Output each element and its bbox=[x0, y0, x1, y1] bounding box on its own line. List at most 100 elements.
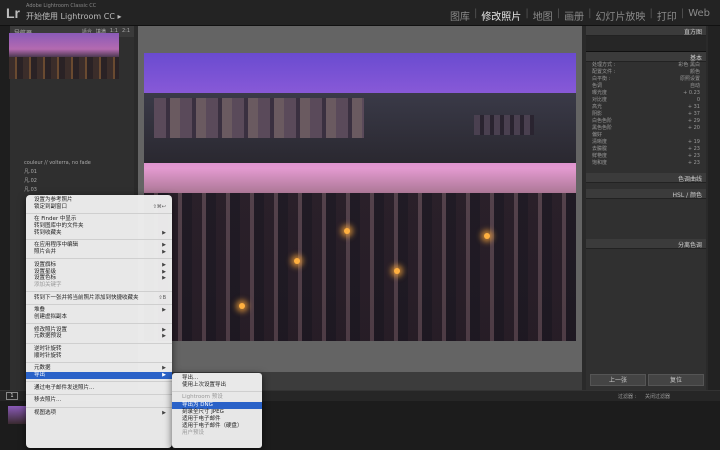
splittone-header[interactable]: 分离色调 bbox=[586, 239, 706, 249]
module-6[interactable]: Web bbox=[684, 8, 714, 23]
whites-slider[interactable]: 白色色阶 + 29 bbox=[586, 118, 706, 125]
context-menu: 设置为参考照片 锁定到副窗口 ⇧⌘↩ 在 Finder 中显示 转到图库中的文件夹 转到收… bbox=[26, 195, 172, 448]
menu-separator bbox=[26, 238, 172, 240]
street-light bbox=[239, 303, 245, 309]
highlights-slider[interactable]: 高光 + 31 bbox=[586, 104, 706, 111]
module-1[interactable]: 修改照片 bbox=[477, 8, 525, 23]
collection-item[interactable]: couleur // volterra, no fade bbox=[10, 159, 134, 168]
menu-item[interactable]: 堆叠 ▶ bbox=[26, 307, 172, 314]
menu-item[interactable]: 转到收藏夹 ▶ bbox=[26, 230, 172, 237]
treatment-color[interactable]: 彩色 bbox=[678, 62, 688, 68]
menu-item[interactable]: 设置旗标 ▶ bbox=[26, 262, 172, 269]
navigator-preview[interactable] bbox=[9, 33, 119, 79]
menu-item[interactable]: 移去照片... bbox=[26, 397, 172, 404]
chevron-right-icon: ▶ bbox=[162, 275, 166, 282]
tonecurve-header[interactable]: 色调曲线 bbox=[586, 173, 706, 183]
menu-separator bbox=[26, 212, 172, 214]
module-2[interactable]: 地图 bbox=[529, 8, 557, 23]
module-3[interactable]: 画册 bbox=[560, 8, 588, 23]
identity-plate[interactable]: 开始使用 Lightroom CC ▸ bbox=[26, 11, 121, 22]
menu-item[interactable]: 通过电子邮件发送照片... bbox=[26, 385, 172, 392]
menu-item[interactable]: 转到图库中的文件夹 bbox=[26, 223, 172, 230]
menu-item[interactable]: 锁定到副窗口 ⇧⌘↩ bbox=[26, 204, 172, 211]
chevron-right-icon: ▶ bbox=[162, 249, 166, 256]
collection-item[interactable]: 凡.01 bbox=[10, 168, 134, 177]
filmstrip-thumbnail[interactable] bbox=[8, 406, 26, 424]
module-4[interactable]: 幻灯片放映 bbox=[591, 8, 649, 23]
chevron-right-icon: ▶ bbox=[162, 365, 166, 372]
submenu-item[interactable]: 使用上次设置导出 bbox=[172, 382, 262, 389]
menu-separator bbox=[26, 361, 172, 363]
menu-item-label: 元数据预设 bbox=[34, 333, 62, 340]
histogram-header[interactable]: 直方图 bbox=[586, 26, 706, 36]
submenu-item[interactable]: 导出为 DNG bbox=[172, 401, 262, 409]
menu-item[interactable]: 导出 ▶ bbox=[26, 372, 172, 379]
module-5[interactable]: 打印 bbox=[653, 8, 681, 23]
clarity-slider[interactable]: 清晰度 + 19 bbox=[586, 139, 706, 146]
menu-item-label: 设置旗标 bbox=[34, 261, 57, 268]
chevron-right-icon: ▶ bbox=[162, 261, 166, 268]
contrast-slider[interactable]: 对比度 0 bbox=[586, 97, 706, 104]
menu-item[interactable]: 创建虚拟副本 bbox=[26, 314, 172, 321]
menu-item-label: 设置为参考照片 bbox=[34, 197, 73, 203]
menu-item[interactable]: 逆时针旋转 bbox=[26, 346, 172, 353]
photo-city bbox=[144, 193, 576, 341]
vibrance-slider[interactable]: 鲜艳度 + 23 bbox=[586, 153, 706, 160]
navigator-zoom-3[interactable]: 2:1 bbox=[122, 28, 130, 35]
photo-preview[interactable] bbox=[144, 53, 576, 341]
menu-shortcut: ⇧B bbox=[158, 294, 166, 301]
module-0[interactable]: 图库 bbox=[446, 8, 474, 23]
photo-skyline-left bbox=[154, 98, 364, 138]
menu-item[interactable]: 设置为参考照片 bbox=[26, 197, 172, 204]
basic-header[interactable]: 基本 bbox=[586, 52, 706, 62]
treatment-row[interactable]: 处理方式 : 彩色 黑白 bbox=[586, 62, 706, 69]
menu-item-label: 通过电子邮件发送照片... bbox=[34, 384, 95, 391]
menu-item-label: 视图选项 bbox=[34, 410, 57, 417]
tool-strip[interactable] bbox=[586, 36, 706, 52]
treatment-bw[interactable]: 黑白 bbox=[690, 62, 700, 68]
photo-skyline-right bbox=[474, 115, 534, 135]
dehaze-slider[interactable]: 去朦胧 + 23 bbox=[586, 146, 706, 153]
menu-item[interactable]: 元数据 ▶ bbox=[26, 365, 172, 372]
top-bar: Lr Adobe Lightroom Classic CC 开始使用 Light… bbox=[0, 0, 720, 26]
menu-item-label: 顺时针旋转 bbox=[34, 352, 62, 359]
exposure-slider[interactable]: 曝光度 + 0.23 bbox=[586, 90, 706, 97]
menu-item-label: 导出 bbox=[34, 372, 46, 379]
profile-row[interactable]: 配置文件 : 颜色 bbox=[586, 69, 706, 76]
submenu-item: Lightroom 预设 bbox=[182, 394, 223, 401]
menu-separator bbox=[26, 323, 172, 325]
app-subtitle: Adobe Lightroom Classic CC bbox=[26, 3, 97, 9]
submenu-item[interactable]: 刻录全尺寸 JPEG bbox=[172, 409, 262, 416]
collection-item[interactable]: 凡.03 bbox=[10, 186, 134, 195]
saturation-slider[interactable]: 饱和度 + 23 bbox=[586, 160, 706, 167]
shadows-slider[interactable]: 阴影 + 37 bbox=[586, 111, 706, 118]
chevron-right-icon: ▶ bbox=[162, 229, 166, 236]
auto-button[interactable]: 自动 bbox=[690, 83, 700, 90]
reset-button[interactable]: 复位 bbox=[648, 374, 704, 386]
chevron-right-icon: ▶ bbox=[162, 242, 166, 249]
menu-separator bbox=[26, 393, 172, 395]
chevron-right-icon: ▶ bbox=[162, 410, 166, 417]
previous-button[interactable]: 上一张 bbox=[590, 374, 646, 386]
collection-item[interactable]: 凡.02 bbox=[10, 177, 134, 186]
export-submenu: 导出... 使用上次设置导出 Lightroom 预设 导出为 DNG 刻录全尺寸 JP… bbox=[172, 373, 262, 448]
wb-row[interactable]: 白平衡 : 原照设置 bbox=[586, 76, 706, 83]
chevron-right-icon: ▶ bbox=[162, 307, 166, 314]
chevron-right-icon: ▶ bbox=[162, 268, 166, 275]
menu-item-label: 添加关键字 bbox=[34, 281, 62, 288]
menu-item[interactable]: 转到下一张并将当前照片添加到快捷收藏夹 ⇧B bbox=[26, 295, 172, 302]
menu-item-label: 元数据 bbox=[34, 365, 51, 372]
menu-item[interactable]: 元数据预设 ▶ bbox=[26, 333, 172, 340]
page-button[interactable]: 1 bbox=[6, 392, 18, 400]
menu-item-label: 锁定到副窗口 bbox=[34, 203, 68, 210]
hsl-header[interactable]: HSL / 颜色 bbox=[586, 189, 706, 199]
tone-row: 色调 自动 bbox=[592, 83, 700, 90]
menu-item[interactable]: 照片合并 ▶ bbox=[26, 249, 172, 256]
menu-item[interactable]: 顺时针旋转 bbox=[26, 353, 172, 360]
filter-select[interactable]: 关闭过滤器 bbox=[645, 393, 670, 400]
blacks-slider[interactable]: 黑色色阶 + 20 bbox=[586, 125, 706, 132]
menu-item[interactable]: 设置色标 ▶ bbox=[26, 275, 172, 282]
menu-item[interactable]: 视图选项 ▶ bbox=[26, 410, 172, 417]
filter-label: 过滤器 : bbox=[618, 394, 637, 400]
module-picker: 图库 | 修改照片 | 地图 | 画册 | 幻灯片放映 | 打印 | Web bbox=[446, 8, 714, 23]
